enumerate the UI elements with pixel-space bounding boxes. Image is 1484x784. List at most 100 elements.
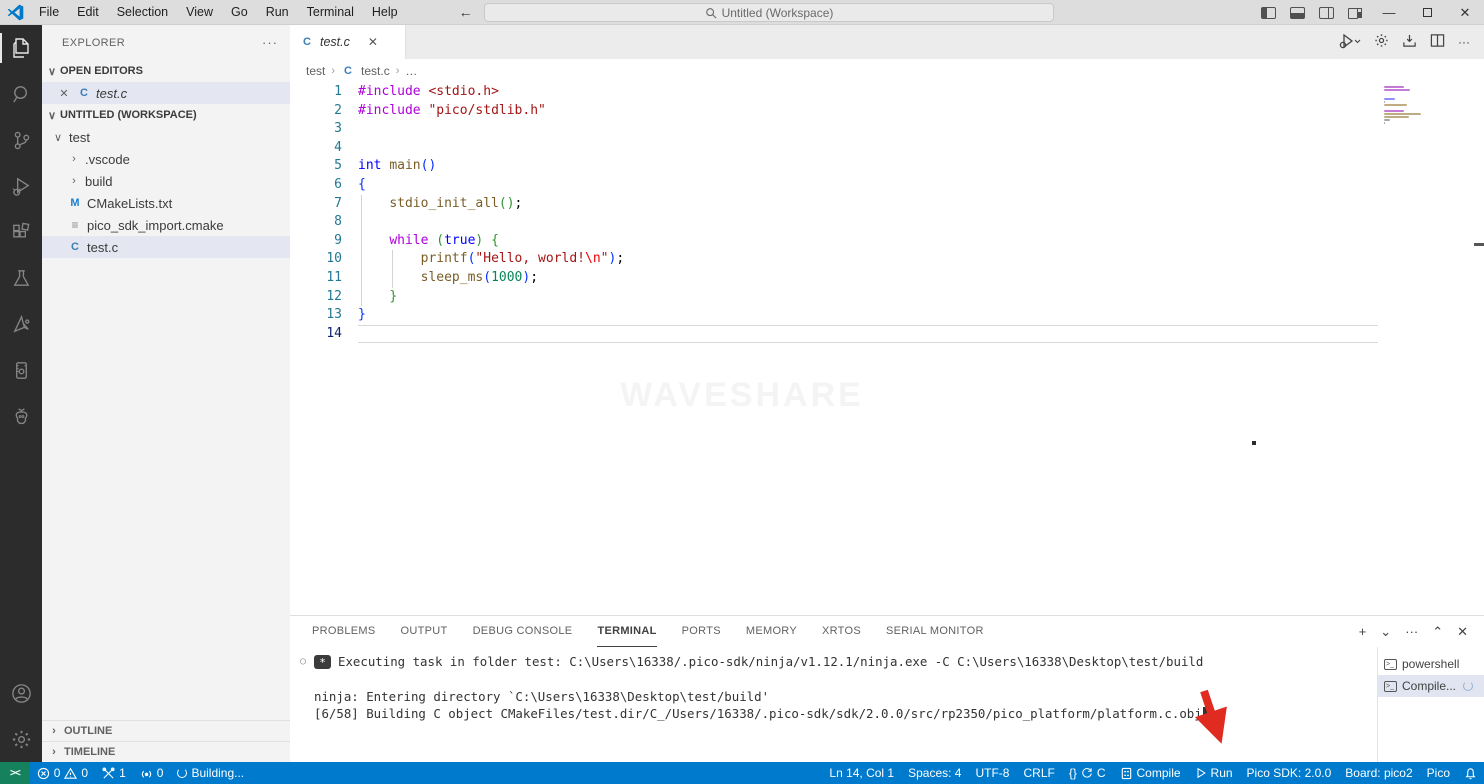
- close-button[interactable]: ✕: [1446, 0, 1484, 25]
- tab-test-c[interactable]: C test.c ✕: [290, 25, 406, 59]
- breadcrumb-segment[interactable]: …: [405, 64, 417, 78]
- code-line-8[interactable]: 8: [290, 213, 1484, 232]
- status-run[interactable]: Run: [1188, 762, 1240, 784]
- tree-item-build[interactable]: ›build: [42, 170, 290, 192]
- toggle-sidebar-icon[interactable]: [1261, 7, 1276, 19]
- tree-item-pico-sdk-import-cmake[interactable]: ≡pico_sdk_import.cmake: [42, 214, 290, 236]
- panel-tab-xrtos[interactable]: XRTOS: [822, 616, 861, 647]
- breadcrumb-segment[interactable]: test: [306, 64, 325, 78]
- code-line-4[interactable]: 4: [290, 139, 1484, 158]
- breadcrumb-segment[interactable]: test.c: [361, 64, 390, 78]
- minimize-button[interactable]: —: [1370, 0, 1408, 25]
- restore-button[interactable]: [1408, 0, 1446, 25]
- command-decoration-icon[interactable]: ○: [300, 653, 314, 670]
- breadcrumb[interactable]: test›Ctest.c›…: [290, 59, 1484, 83]
- code-line-9[interactable]: 9 while (true) {: [290, 232, 1484, 251]
- minimap[interactable]: [1384, 86, 1426, 128]
- close-panel-icon[interactable]: ✕: [1457, 624, 1468, 640]
- code-line-6[interactable]: 6{: [290, 176, 1484, 195]
- activitybar-account-icon[interactable]: [0, 670, 42, 716]
- code-line-10[interactable]: 10 printf("Hello, world!\n");: [290, 250, 1484, 269]
- menu-run[interactable]: Run: [257, 0, 298, 25]
- activitybar-source-control-icon[interactable]: [0, 117, 42, 163]
- panel-tab-memory[interactable]: MEMORY: [746, 616, 797, 647]
- section-timeline[interactable]: ›TIMELINE: [42, 741, 290, 762]
- code-line-1[interactable]: 1#include <stdio.h>: [290, 83, 1484, 102]
- tab-close-icon[interactable]: ✕: [368, 35, 378, 49]
- tree-item-test-c[interactable]: Ctest.c: [42, 236, 290, 258]
- settings-gear-icon[interactable]: [1374, 33, 1389, 51]
- terminal-instance-compile[interactable]: >_Compile...: [1378, 675, 1484, 697]
- menu-terminal[interactable]: Terminal: [298, 0, 363, 25]
- new-terminal-icon[interactable]: +: [1359, 624, 1367, 639]
- close-editor-icon[interactable]: ✕: [56, 87, 72, 100]
- code-line-2[interactable]: 2#include "pico/stdlib.h": [290, 102, 1484, 121]
- status-notifications[interactable]: [1457, 762, 1484, 784]
- activitybar-raspberry-pi-icon[interactable]: [0, 393, 42, 439]
- menu-go[interactable]: Go: [222, 0, 257, 25]
- menu-file[interactable]: File: [30, 0, 68, 25]
- code-line-13[interactable]: 13}: [290, 306, 1484, 325]
- more-actions-icon[interactable]: ···: [1458, 35, 1470, 49]
- tree-item-test[interactable]: ∨test: [42, 126, 290, 148]
- activitybar-pico-project-icon[interactable]: [0, 347, 42, 393]
- status-compile[interactable]: Compile: [1113, 762, 1188, 784]
- status-encoding[interactable]: UTF-8: [968, 762, 1016, 784]
- status-problems[interactable]: 00: [30, 762, 95, 784]
- command-center-search[interactable]: Untitled (Workspace): [484, 3, 1054, 22]
- status-pico-sdk[interactable]: Pico SDK: 2.0.0: [1240, 762, 1339, 784]
- status-eol[interactable]: CRLF: [1016, 762, 1061, 784]
- status-cursor-position[interactable]: Ln 14, Col 1: [822, 762, 901, 784]
- customize-layout-icon[interactable]: [1348, 7, 1363, 19]
- menu-view[interactable]: View: [177, 0, 222, 25]
- terminal-dropdown-icon[interactable]: ⌄: [1380, 624, 1391, 640]
- panel-more-icon[interactable]: ···: [1405, 624, 1418, 639]
- nav-back-button[interactable]: ←: [459, 4, 473, 20]
- toggle-panel-icon[interactable]: [1290, 7, 1305, 19]
- remote-indicator[interactable]: ><: [0, 762, 30, 784]
- workspace-header[interactable]: ∨ UNTITLED (WORKSPACE): [42, 104, 290, 126]
- status-pico[interactable]: Pico: [1420, 762, 1457, 784]
- open-editor-item[interactable]: ✕Ctest.c: [42, 82, 290, 104]
- activitybar-extensions-icon[interactable]: [0, 209, 42, 255]
- activitybar-testing-icon[interactable]: [0, 255, 42, 301]
- status-indentation[interactable]: Spaces: 4: [901, 762, 968, 784]
- panel-tab-serial-monitor[interactable]: SERIAL MONITOR: [886, 616, 984, 647]
- code-line-5[interactable]: 5int main(): [290, 157, 1484, 176]
- section-outline[interactable]: ›OUTLINE: [42, 720, 290, 741]
- menu-edit[interactable]: Edit: [68, 0, 108, 25]
- code-line-7[interactable]: 7 stdio_init_all();: [290, 195, 1484, 214]
- menu-help[interactable]: Help: [363, 0, 407, 25]
- panel-tab-ports[interactable]: PORTS: [682, 616, 721, 647]
- split-editor-icon[interactable]: [1430, 33, 1445, 51]
- flash-download-icon[interactable]: [1402, 33, 1417, 51]
- explorer-more-actions-icon[interactable]: ···: [262, 35, 278, 50]
- status-board[interactable]: Board: pico2: [1338, 762, 1419, 784]
- tree-item-cmakelists-txt[interactable]: MCMakeLists.txt: [42, 192, 290, 214]
- activitybar-run-debug-icon[interactable]: [0, 163, 42, 209]
- status-language-status[interactable]: {}C: [1062, 762, 1113, 784]
- status-tools[interactable]: 1: [95, 762, 133, 784]
- panel-tab-output[interactable]: OUTPUT: [401, 616, 448, 647]
- status-building[interactable]: Building...: [170, 762, 251, 784]
- toggle-secondary-sidebar-icon[interactable]: [1319, 7, 1334, 19]
- tree-item--vscode[interactable]: ›.vscode: [42, 148, 290, 170]
- activitybar-cmake-icon[interactable]: [0, 301, 42, 347]
- panel-tab-debug-console[interactable]: DEBUG CONSOLE: [473, 616, 573, 647]
- code-editor[interactable]: WAVESHARE 1#include <stdio.h>2#include "…: [290, 83, 1484, 615]
- panel-tab-terminal[interactable]: TERMINAL: [597, 616, 656, 647]
- code-line-14[interactable]: 14: [290, 325, 1484, 344]
- terminal-instance-powershell[interactable]: >_powershell: [1378, 653, 1484, 675]
- panel-tab-problems[interactable]: PROBLEMS: [312, 616, 376, 647]
- menu-selection[interactable]: Selection: [108, 0, 177, 25]
- code-line-3[interactable]: 3: [290, 120, 1484, 139]
- activitybar-settings-icon[interactable]: [0, 716, 42, 762]
- open-editors-header[interactable]: ∨ OPEN EDITORS: [42, 60, 290, 82]
- code-line-11[interactable]: 11 sleep_ms(1000);: [290, 269, 1484, 288]
- activitybar-search-icon[interactable]: [0, 71, 42, 117]
- activitybar-explorer-icon[interactable]: [0, 25, 42, 71]
- code-line-12[interactable]: 12 }: [290, 288, 1484, 307]
- status-broadcast[interactable]: 0: [133, 762, 171, 784]
- maximize-panel-icon[interactable]: ⌃: [1432, 624, 1443, 640]
- terminal-output[interactable]: ○*Executing task in folder test: C:\User…: [290, 647, 1377, 762]
